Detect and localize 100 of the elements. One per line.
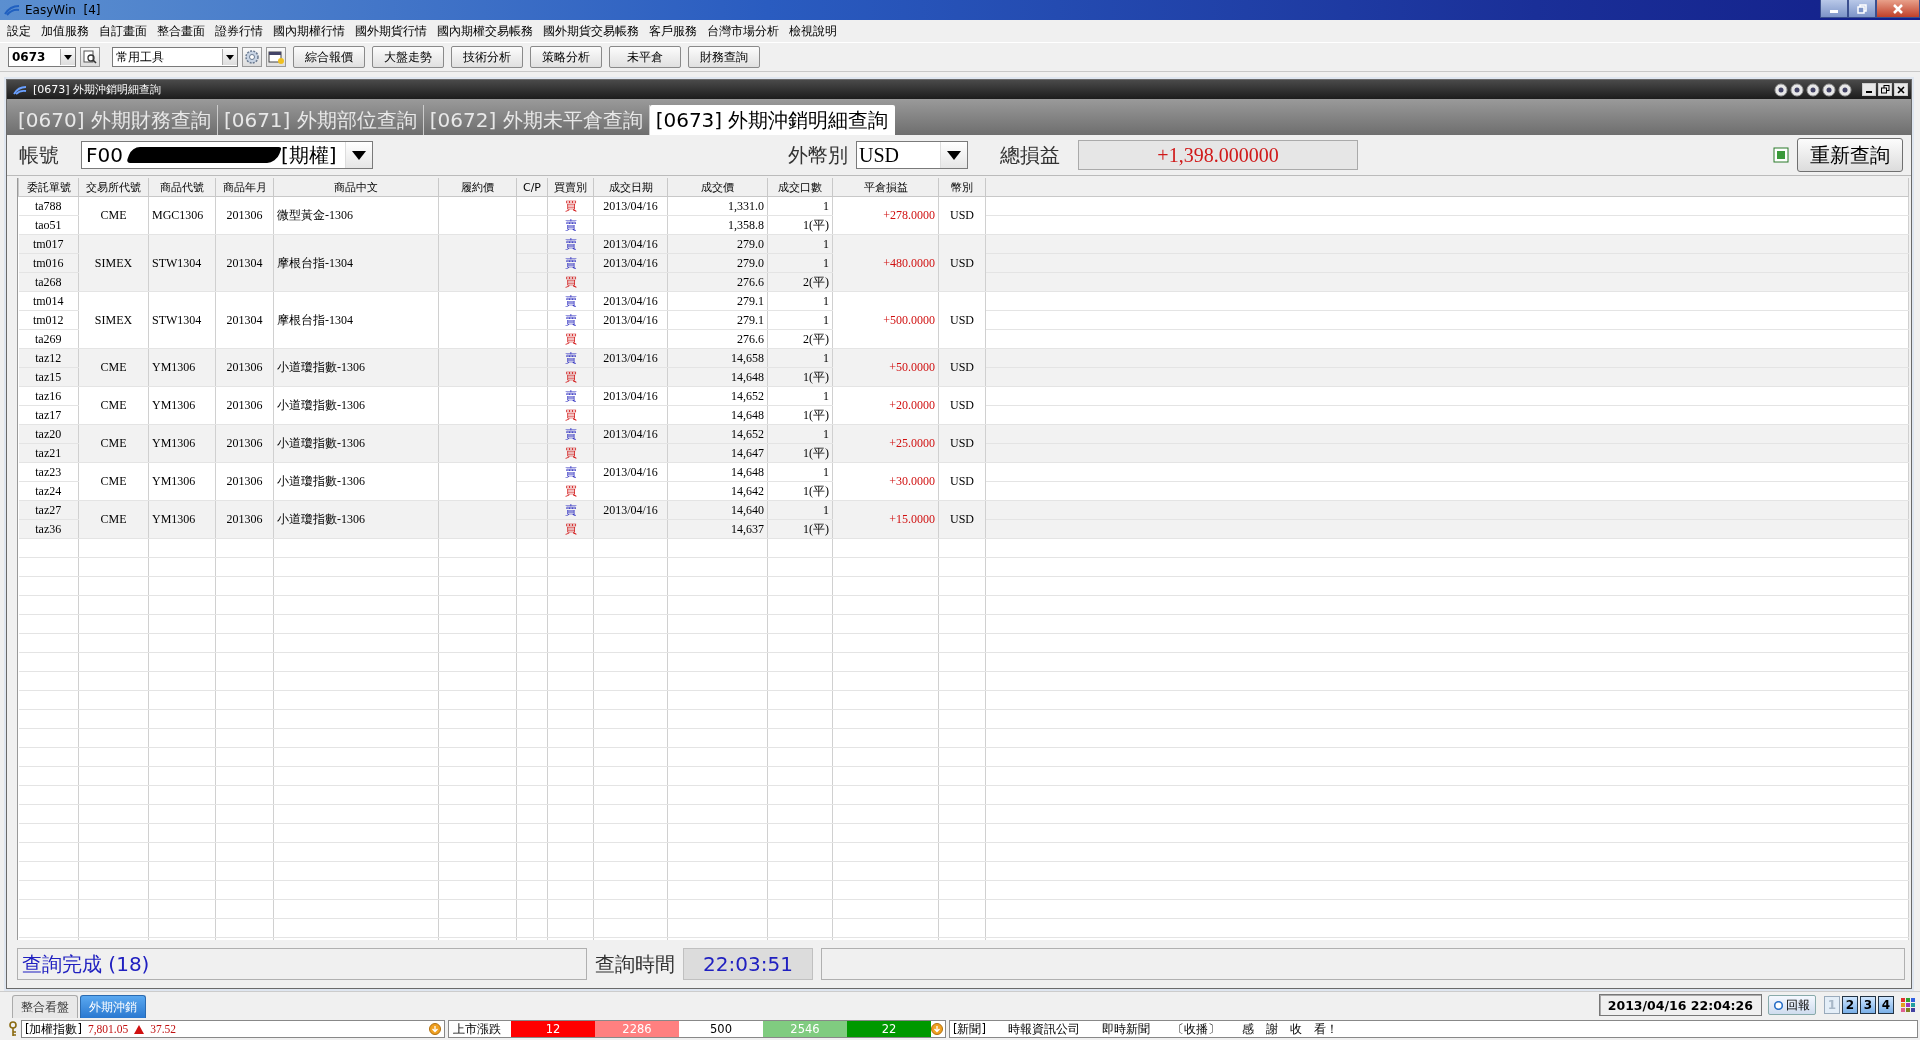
toolbar-button[interactable]: 策略分析 — [530, 46, 602, 68]
table-cell: ta269 — [18, 329, 79, 349]
window-title: EasyWin [4] — [25, 3, 101, 17]
account-dropdown[interactable]: F00 [期權] — [81, 141, 373, 169]
menu-item[interactable]: 國內期權行情 — [268, 22, 350, 40]
table-cell: 279.1 — [667, 291, 768, 311]
clock: 2013/04/16 22:04:26 — [1598, 994, 1762, 1016]
table-cell: CME — [78, 500, 149, 539]
table-cell: +50.0000 — [832, 348, 939, 387]
table-cell: 小道瓊指數-1306 — [273, 386, 439, 425]
menu-item[interactable]: 整合畫面 — [152, 22, 210, 40]
table-cell: +480.0000 — [832, 234, 939, 292]
toolbar-button[interactable]: 財務查詢 — [688, 46, 760, 68]
total-pnl-value: +1,398.000000 — [1078, 140, 1358, 170]
menu-item[interactable]: 客戶服務 — [644, 22, 702, 40]
index-value: 7,801.05 — [88, 1023, 129, 1035]
menu-item[interactable]: 證券行情 — [210, 22, 268, 40]
table-cell: 2013/04/16 — [593, 386, 668, 406]
table-cell: taz36 — [18, 519, 79, 539]
requery-button[interactable]: 重新查詢 — [1797, 138, 1903, 172]
table-cell: taz21 — [18, 443, 79, 463]
column-header: 成交口數 — [767, 178, 833, 197]
tool-group-combo[interactable]: 常用工具 — [112, 47, 238, 67]
table-cell: 賣 — [547, 386, 594, 406]
table-cell: STW1304 — [148, 234, 216, 292]
menu-item[interactable]: 國外期貨交易帳務 — [538, 22, 644, 40]
news-text: [新聞] — [953, 1021, 986, 1037]
window-title: [0673] 外期沖銷明細查詢 — [33, 82, 162, 97]
column-header: 平倉損益 — [832, 178, 939, 197]
report-button[interactable]: 回報 — [1768, 995, 1816, 1015]
column-header: 商品代號 — [148, 178, 216, 197]
toolbar-button[interactable]: 未平倉 — [609, 46, 681, 68]
table-cell: 賣 — [547, 291, 594, 311]
table-cell: SIMEX — [78, 291, 149, 349]
table-cell: taz12 — [18, 348, 79, 368]
table-cell: CME — [78, 462, 149, 501]
table-cell: +30.0000 — [832, 462, 939, 501]
tab[interactable]: [0673] 外期沖銷明細查詢 — [649, 105, 895, 135]
table-cell: 買 — [547, 481, 594, 501]
table-cell: YM1306 — [148, 462, 216, 501]
table-cell: 2013/04/16 — [593, 291, 668, 311]
table-cell: USD — [938, 291, 986, 349]
table-cell: 小道瓊指數-1306 — [273, 500, 439, 539]
table-cell: USD — [938, 462, 986, 501]
account-type: [期權] — [279, 141, 338, 169]
column-header: 成交價 — [667, 178, 768, 197]
status-message: 查詢完成 (18) — [17, 948, 587, 980]
table-cell: 14,642 — [667, 481, 768, 501]
table-cell: taz15 — [18, 367, 79, 387]
table-cell: 摩根台指-1304 — [273, 234, 439, 292]
table-cell: CME — [78, 424, 149, 463]
table-cell: 1 — [767, 386, 833, 406]
column-header: 幣別 — [938, 178, 986, 197]
menu-item[interactable]: 檢視說明 — [784, 22, 842, 40]
menu-item[interactable]: 台灣市場分析 — [702, 22, 784, 40]
table-cell: 1 — [767, 291, 833, 311]
toolbar-button[interactable]: 技術分析 — [451, 46, 523, 68]
menu-item[interactable]: 設定 — [2, 22, 36, 40]
page-button[interactable]: 4 — [1878, 996, 1894, 1014]
table-cell: 賣 — [547, 215, 594, 235]
table-cell: 1(平) — [767, 405, 833, 425]
table-cell: tm017 — [18, 234, 79, 254]
page-button[interactable]: 2 — [1842, 996, 1858, 1014]
menu-item[interactable]: 加值服務 — [36, 22, 94, 40]
table-cell: 2013/04/16 — [593, 310, 668, 330]
table-cell: taz20 — [18, 424, 79, 444]
column-header: C/P — [516, 178, 548, 197]
currency-dropdown[interactable]: USD — [856, 141, 968, 169]
table-cell: SIMEX — [78, 234, 149, 292]
table-cell: 小道瓊指數-1306 — [273, 348, 439, 387]
code-combo[interactable]: 0673 — [8, 47, 76, 67]
window-tab[interactable]: 整合看盤 — [12, 995, 78, 1018]
table-cell: CME — [78, 196, 149, 235]
table-cell: tm012 — [18, 310, 79, 330]
table-cell: CME — [78, 386, 149, 425]
page-button[interactable]: 3 — [1860, 996, 1876, 1014]
table-cell: 1 — [767, 196, 833, 216]
table-cell: YM1306 — [148, 386, 216, 425]
column-header: 商品中文 — [273, 178, 439, 197]
table-cell: taz27 — [18, 500, 79, 520]
table-cell: MGC1306 — [148, 196, 216, 235]
menu-item[interactable]: 自訂畫面 — [94, 22, 152, 40]
toolbar-button[interactable]: 大盤走勢 — [372, 46, 444, 68]
toolbar-button[interactable]: 綜合報價 — [293, 46, 365, 68]
breadth-cell: 2546 — [763, 1021, 847, 1037]
menu-item[interactable]: 國外期貨行情 — [350, 22, 432, 40]
table-cell: USD — [938, 234, 986, 292]
table-cell: YM1306 — [148, 424, 216, 463]
table-cell: 201304 — [215, 291, 274, 349]
news-text: 時報資訊公司 — [1008, 1021, 1080, 1037]
news-text: 〔收播〕 — [1172, 1021, 1220, 1037]
table-cell: USD — [938, 348, 986, 387]
table-cell: ta268 — [18, 272, 79, 292]
menu-item[interactable]: 國內期權交易帳務 — [432, 22, 538, 40]
table-cell: 201304 — [215, 234, 274, 292]
table-cell: 14,652 — [667, 386, 768, 406]
table-cell: 1,331.0 — [667, 196, 768, 216]
table-cell: +278.0000 — [832, 196, 939, 235]
column-header: 委託單號 — [18, 178, 79, 197]
news-text: 感 謝 收 看！ — [1242, 1021, 1338, 1037]
